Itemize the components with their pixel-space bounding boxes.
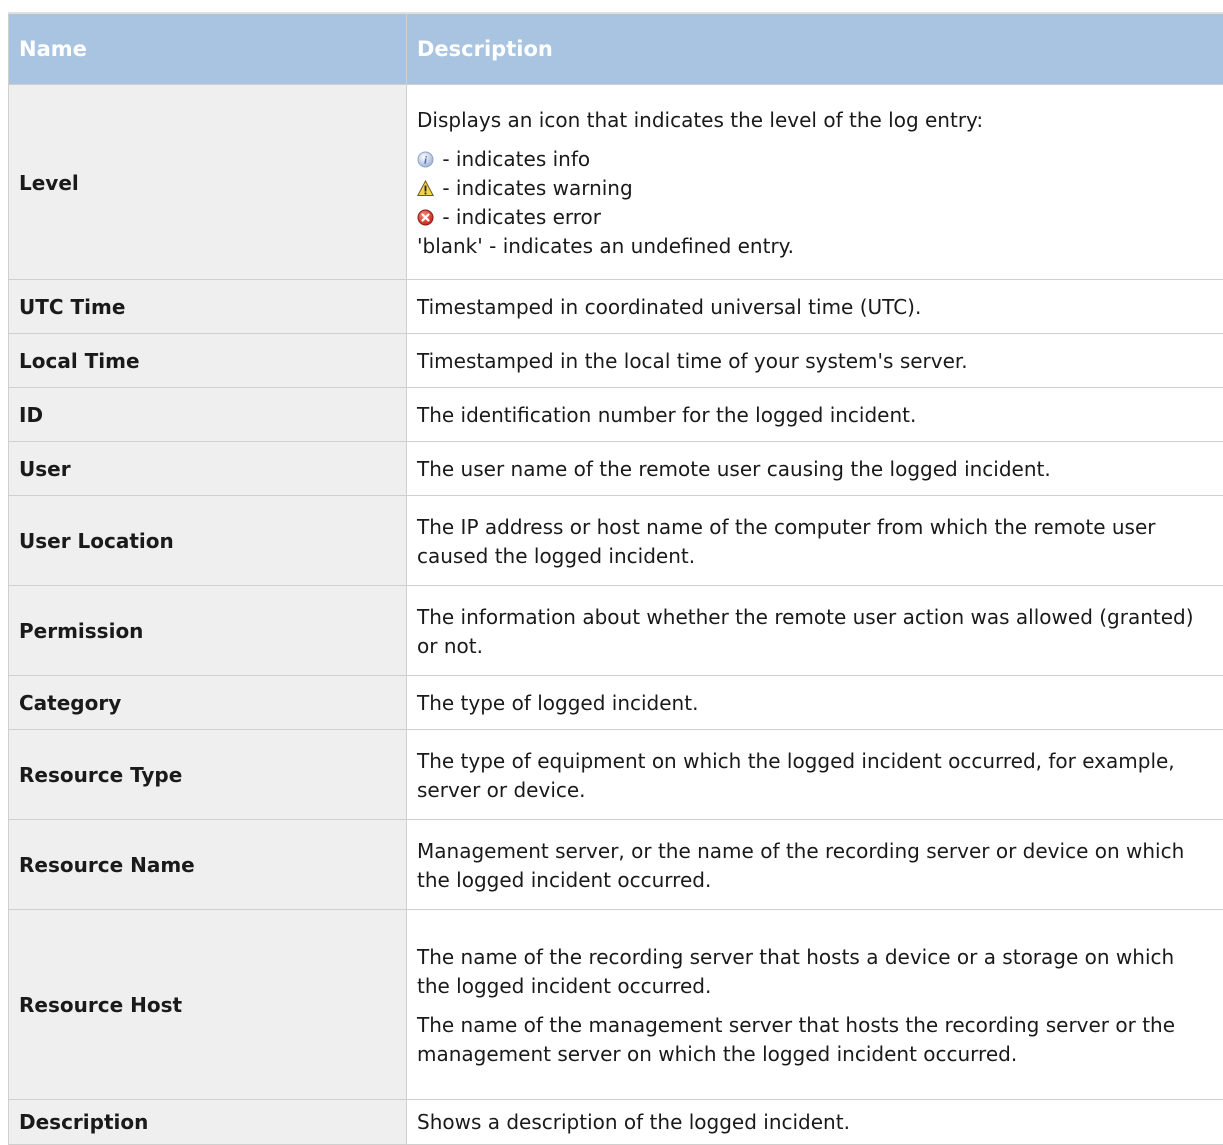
row-desc-user-location: The IP address or host name of the compu… bbox=[407, 496, 1223, 586]
row-desc-category: The type of logged incident. bbox=[407, 676, 1223, 730]
table-row-user: User The user name of the remote user cau… bbox=[9, 442, 1223, 496]
row-name-utc-time: UTC Time bbox=[9, 280, 407, 334]
row-desc-paragraph: Management server, or the name of the re… bbox=[417, 837, 1213, 895]
row-desc-paragraph: The type of logged incident. bbox=[417, 689, 1213, 718]
row-desc-paragraph: The user name of the remote user causing… bbox=[417, 455, 1213, 484]
row-name-level: Level bbox=[9, 85, 407, 280]
row-desc-resource-type: The type of equipment on which the logge… bbox=[407, 730, 1223, 820]
row-desc-level: Displays an icon that indicates the leve… bbox=[407, 85, 1223, 280]
row-desc-resource-host: The name of the recording server that ho… bbox=[407, 910, 1223, 1100]
row-name-category: Category bbox=[9, 676, 407, 730]
table-row-local-time: Local Time Timestamped in the local time … bbox=[9, 334, 1223, 388]
row-name-description: Description bbox=[9, 1100, 407, 1145]
level-error-text: - indicates error bbox=[436, 205, 601, 229]
level-warning-text: - indicates warning bbox=[436, 176, 633, 200]
header-name: Name bbox=[9, 13, 407, 85]
row-desc-paragraph: Timestamped in coordinated universal tim… bbox=[417, 293, 1213, 322]
row-name-resource-type: Resource Type bbox=[9, 730, 407, 820]
table-row-resource-name: Resource NameManagement server, or the n… bbox=[9, 820, 1223, 910]
row-desc-id: The identification number for the logged… bbox=[407, 388, 1223, 442]
row-desc-description: Shows a description of the logged incide… bbox=[407, 1100, 1223, 1145]
level-info-line: i - indicates info bbox=[417, 145, 1213, 174]
level-info-text: - indicates info bbox=[436, 147, 590, 171]
row-desc-paragraph: The identification number for the logged… bbox=[417, 401, 1213, 430]
row-name-local-time: Local Time bbox=[9, 334, 407, 388]
row-name-user-location: User Location bbox=[9, 496, 407, 586]
row-desc-paragraph: The name of the recording server that ho… bbox=[417, 943, 1213, 1001]
level-intro: Displays an icon that indicates the leve… bbox=[417, 106, 1213, 135]
row-name-permission: Permission bbox=[9, 586, 407, 676]
row-desc-paragraph: Shows a description of the logged incide… bbox=[417, 1108, 1213, 1137]
table-row-id: ID The identification number for the logg… bbox=[9, 388, 1223, 442]
log-columns-table: Name Description Level Displays an icon … bbox=[8, 12, 1223, 1145]
row-desc-user: The user name of the remote user causing… bbox=[407, 442, 1223, 496]
table-row-level: Level Displays an icon that indicates th… bbox=[9, 85, 1223, 280]
row-name-resource-host: Resource Host bbox=[9, 910, 407, 1100]
table-row-utc-time: UTC Time Timestamped in coordinated unive… bbox=[9, 280, 1223, 334]
row-name-id: ID bbox=[9, 388, 407, 442]
row-desc-paragraph: The type of equipment on which the logge… bbox=[417, 747, 1213, 805]
row-desc-paragraph: The IP address or host name of the compu… bbox=[417, 513, 1213, 571]
header-description: Description bbox=[407, 13, 1223, 85]
warning-icon bbox=[417, 180, 434, 197]
table-row-resource-type: Resource TypeThe type of equipment on wh… bbox=[9, 730, 1223, 820]
row-desc-utc-time: Timestamped in coordinated universal tim… bbox=[407, 280, 1223, 334]
error-icon bbox=[417, 209, 434, 226]
level-warning-line: - indicates warning bbox=[417, 174, 1213, 203]
info-icon: i bbox=[417, 151, 434, 168]
row-desc-paragraph: The name of the management server that h… bbox=[417, 1011, 1213, 1069]
table-row-resource-host: Resource HostThe name of the recording s… bbox=[9, 910, 1223, 1100]
table-header-row: Name Description bbox=[9, 13, 1223, 85]
level-blank-line: 'blank' - indicates an undefined entry. bbox=[417, 232, 1213, 261]
row-name-resource-name: Resource Name bbox=[9, 820, 407, 910]
table-row-description: Description Shows a description of the lo… bbox=[9, 1100, 1223, 1145]
table-row-category: Category The type of logged incident. bbox=[9, 676, 1223, 730]
row-desc-resource-name: Management server, or the name of the re… bbox=[407, 820, 1223, 910]
table-row-permission: PermissionThe information about whether … bbox=[9, 586, 1223, 676]
row-desc-paragraph: Timestamped in the local time of your sy… bbox=[417, 347, 1213, 376]
table-row-user-location: User LocationThe IP address or host name… bbox=[9, 496, 1223, 586]
row-desc-permission: The information about whether the remote… bbox=[407, 586, 1223, 676]
row-desc-local-time: Timestamped in the local time of your sy… bbox=[407, 334, 1223, 388]
row-desc-paragraph: The information about whether the remote… bbox=[417, 603, 1213, 661]
row-name-user: User bbox=[9, 442, 407, 496]
level-error-line: - indicates error bbox=[417, 203, 1213, 232]
